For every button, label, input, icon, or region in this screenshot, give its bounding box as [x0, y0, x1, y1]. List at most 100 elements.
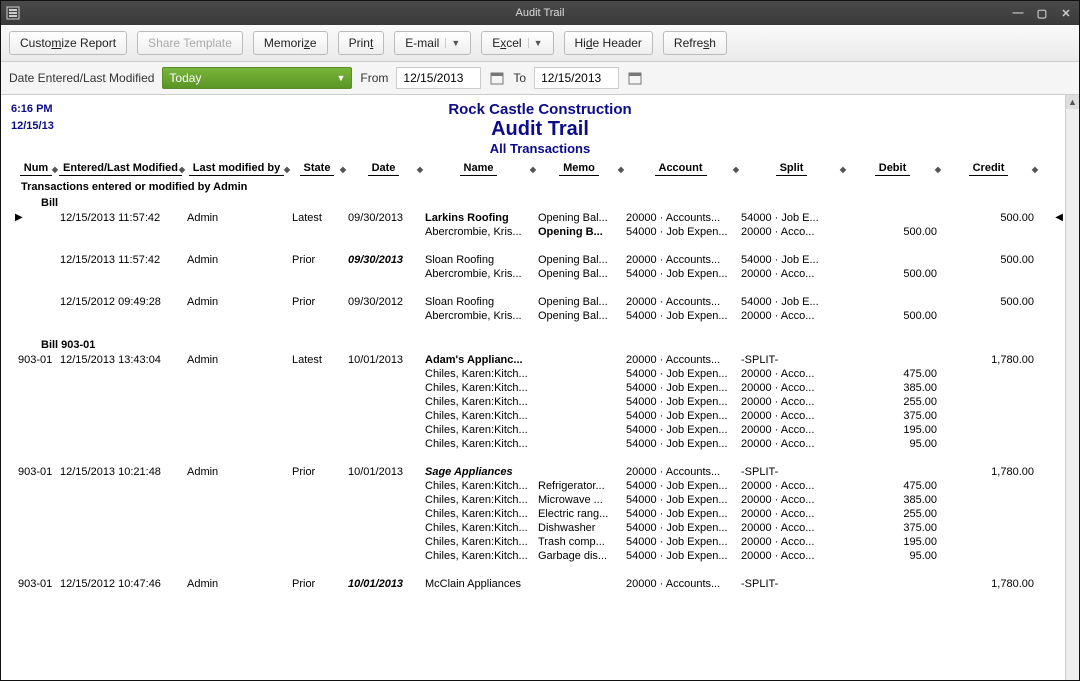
date-filter-label: Date Entered/Last Modified	[9, 71, 154, 85]
cell-lmb	[184, 508, 289, 520]
col-split[interactable]: Split◆	[738, 162, 845, 176]
table-row[interactable]: Chiles, Karen:Kitch...54000 · Job Expen.…	[15, 381, 1065, 395]
calendar-icon[interactable]	[489, 70, 505, 86]
from-label: From	[360, 71, 388, 85]
cell-lmb	[184, 438, 289, 450]
customize-report-button[interactable]: Customize Report	[9, 31, 127, 55]
cell-debit: 375.00	[845, 522, 940, 534]
cell-num	[15, 438, 57, 450]
table-row[interactable]: Chiles, Karen:Kitch...Electric rang...54…	[15, 507, 1065, 521]
table-row[interactable]: Chiles, Karen:Kitch...54000 · Job Expen.…	[15, 409, 1065, 423]
report-header: Rock Castle Construction Audit Trail All…	[1, 95, 1079, 160]
cell-lmb: Admin	[184, 212, 289, 224]
memorize-button[interactable]: Memorize	[253, 31, 328, 55]
table-row[interactable]: Abercrombie, Kris...Opening Bal...54000 …	[15, 309, 1065, 323]
table-row[interactable]: Chiles, Karen:Kitch...54000 · Job Expen.…	[15, 437, 1065, 451]
col-state[interactable]: State◆	[289, 162, 345, 176]
cell-entered	[57, 480, 184, 492]
table-row[interactable]: Chiles, Karen:Kitch...Garbage dis...5400…	[15, 549, 1065, 563]
cell-credit	[940, 382, 1037, 394]
scroll-up-button[interactable]: ▲	[1066, 95, 1079, 109]
cell-num	[15, 508, 57, 520]
cell-memo: Opening Bal...	[535, 268, 623, 280]
cell-account: 54000 · Job Expen...	[623, 396, 738, 408]
table-row[interactable]: 903-0112/15/2013 10:21:48AdminPrior10/01…	[15, 465, 1065, 479]
table-row[interactable]: 903-0112/15/2012 10:47:46AdminPrior10/01…	[15, 577, 1065, 591]
cell-memo	[535, 396, 623, 408]
cell-account: 54000 · Job Expen...	[623, 368, 738, 380]
window-title: Audit Trail	[1, 7, 1079, 19]
col-account[interactable]: Account◆	[623, 162, 738, 176]
cell-entered	[57, 368, 184, 380]
cell-split: -SPLIT-	[738, 354, 845, 366]
date-range-select[interactable]: Today ▼	[162, 67, 352, 89]
maximize-button[interactable]: ▢	[1035, 6, 1049, 20]
hide-header-button[interactable]: Hide Header	[564, 31, 653, 55]
cell-date	[345, 310, 422, 322]
report-grid[interactable]: Transactions entered or modified by Admi…	[5, 179, 1065, 649]
cell-entered: 12/15/2013 11:57:42	[57, 254, 184, 266]
col-last-modified-by[interactable]: Last modified by◆	[184, 162, 289, 176]
cell-account: 20000 · Accounts...	[623, 254, 738, 266]
table-row[interactable]: Chiles, Karen:Kitch...54000 · Job Expen.…	[15, 367, 1065, 381]
cell-num	[15, 396, 57, 408]
table-row[interactable]: Chiles, Karen:Kitch...54000 · Job Expen.…	[15, 423, 1065, 437]
col-date[interactable]: Date◆	[345, 162, 422, 176]
col-memo[interactable]: Memo◆	[535, 162, 623, 176]
close-button[interactable]: ✕	[1059, 6, 1073, 20]
cell-credit	[940, 410, 1037, 422]
cell-date	[345, 480, 422, 492]
cell-entered: 12/15/2013 10:21:48	[57, 466, 184, 478]
cell-state	[289, 268, 345, 280]
cell-state	[289, 522, 345, 534]
table-row[interactable]: 903-0112/15/2013 13:43:04AdminLatest10/0…	[15, 353, 1065, 367]
table-row[interactable]: Chiles, Karen:Kitch...Refrigerator...540…	[15, 479, 1065, 493]
calendar-icon[interactable]	[627, 70, 643, 86]
cell-entered	[57, 268, 184, 280]
col-debit[interactable]: Debit◆	[845, 162, 940, 176]
column-headers: Num◆ Entered/Last Modified◆ Last modifie…	[15, 160, 1059, 179]
table-row[interactable]: Chiles, Karen:Kitch...54000 · Job Expen.…	[15, 395, 1065, 409]
cell-state	[289, 368, 345, 380]
row-indicator-icon: ◀	[1055, 212, 1063, 223]
table-row[interactable]: Chiles, Karen:Kitch...Dishwasher54000 · …	[15, 521, 1065, 535]
email-button[interactable]: E-mail▼	[394, 31, 471, 55]
col-credit[interactable]: Credit◆	[940, 162, 1037, 176]
cell-lmb	[184, 494, 289, 506]
table-row[interactable]: ▶12/15/2013 11:57:42AdminLatest09/30/201…	[15, 211, 1065, 225]
cell-lmb	[184, 226, 289, 238]
table-row[interactable]: Chiles, Karen:Kitch...Microwave ...54000…	[15, 493, 1065, 507]
table-row[interactable]: Chiles, Karen:Kitch...Trash comp...54000…	[15, 535, 1065, 549]
excel-button[interactable]: Excel▼	[481, 31, 553, 55]
cell-credit: 1,780.00	[940, 578, 1037, 590]
cell-name: Sage Appliances	[422, 466, 535, 478]
table-row[interactable]: 12/15/2013 11:57:42AdminPrior09/30/2013S…	[15, 253, 1065, 267]
refresh-button[interactable]: Refresh	[663, 31, 727, 55]
cell-credit: 500.00	[940, 296, 1037, 308]
cell-date: 09/30/2013	[345, 212, 422, 224]
col-entered[interactable]: Entered/Last Modified◆	[57, 162, 184, 176]
cell-date: 10/01/2013	[345, 578, 422, 590]
cell-num	[15, 226, 57, 238]
col-num[interactable]: Num◆	[15, 162, 57, 176]
table-row[interactable]: Abercrombie, Kris...Opening Bal...54000 …	[15, 267, 1065, 281]
to-date-input[interactable]: 12/15/2013	[534, 67, 619, 89]
cell-entered: 12/15/2012 09:49:28	[57, 296, 184, 308]
cell-date	[345, 522, 422, 534]
table-row[interactable]: Abercrombie, Kris...Opening B...54000 · …	[15, 225, 1065, 239]
from-date-input[interactable]: 12/15/2013	[396, 67, 481, 89]
vertical-scrollbar[interactable]: ▲	[1065, 95, 1079, 680]
cell-state	[289, 424, 345, 436]
cell-memo	[535, 424, 623, 436]
cell-lmb	[184, 368, 289, 380]
cell-entered	[57, 508, 184, 520]
cell-entered	[57, 396, 184, 408]
cell-state	[289, 494, 345, 506]
cell-account: 54000 · Job Expen...	[623, 494, 738, 506]
table-row[interactable]: 12/15/2012 09:49:28AdminPrior09/30/2012S…	[15, 295, 1065, 309]
print-button[interactable]: Print	[338, 31, 385, 55]
cell-date	[345, 268, 422, 280]
col-name[interactable]: Name◆	[422, 162, 535, 176]
minimize-button[interactable]: —	[1011, 6, 1025, 20]
cell-account: 20000 · Accounts...	[623, 466, 738, 478]
